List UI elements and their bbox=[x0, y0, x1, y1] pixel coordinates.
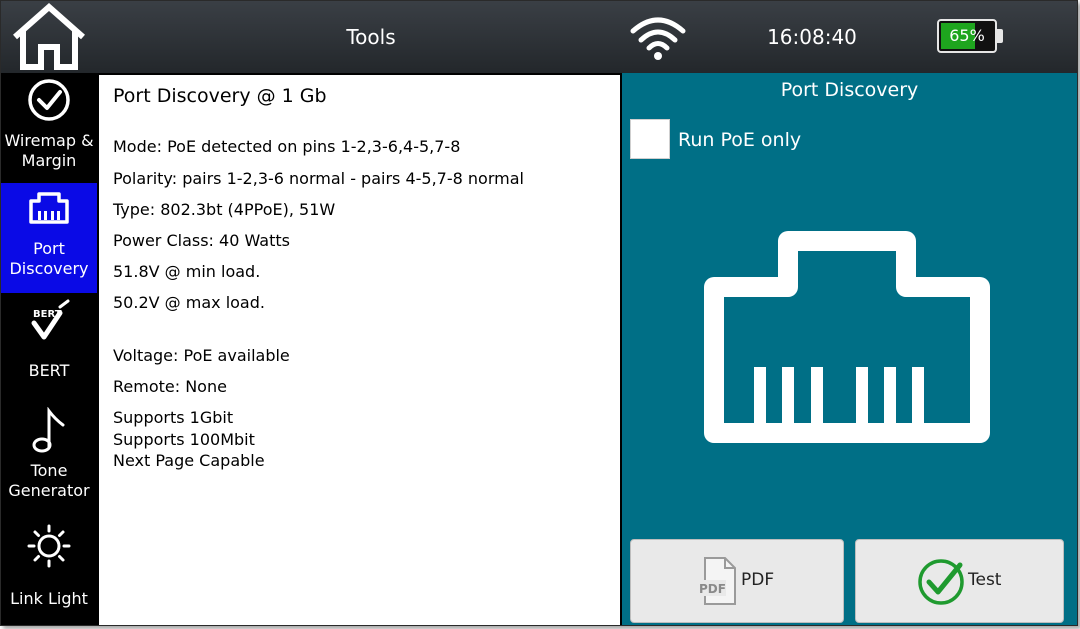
test-button-label: Test bbox=[968, 570, 1002, 590]
sidebar-item-tone-generator[interactable]: Tone Generator bbox=[1, 407, 97, 507]
port-discovery-panel: Port Discovery Run PoE only PDF PDF Test bbox=[622, 73, 1077, 625]
panel-title: Port Discovery bbox=[780, 79, 919, 101]
sidebar-item-label: Wiremap & bbox=[4, 131, 94, 150]
pdf-button[interactable]: PDF PDF bbox=[630, 539, 844, 623]
result-line: Supports 100Mbit bbox=[113, 430, 255, 449]
battery-icon: 65% bbox=[937, 19, 997, 53]
result-line: Remote: None bbox=[113, 377, 227, 396]
sidebar-item-port-discovery[interactable]: Port Discovery bbox=[1, 183, 97, 293]
result-line: Type: 802.3bt (4PPoE), 51W bbox=[113, 200, 336, 219]
results-heading: Port Discovery @ 1 Gb bbox=[113, 85, 327, 107]
battery-percent: 65% bbox=[949, 26, 985, 45]
test-button[interactable]: Test bbox=[855, 539, 1064, 623]
result-line: Mode: PoE detected on pins 1-2,3-6,4-5,7… bbox=[113, 137, 461, 156]
results-panel: Port Discovery @ 1 Gb Mode: PoE detected… bbox=[99, 75, 620, 625]
pdf-button-label: PDF bbox=[741, 570, 775, 590]
page-title: Tools bbox=[346, 25, 396, 49]
sidebar-item-label: BERT bbox=[28, 361, 70, 380]
sidebar-item-label: Generator bbox=[8, 481, 90, 500]
pdf-icon: PDF bbox=[698, 557, 736, 605]
sidebar-item-label: Link Light bbox=[10, 589, 88, 608]
device-screen: Tools 16:08:40 65% Wiremap & Margin Port… bbox=[0, 0, 1078, 626]
battery-terminal bbox=[997, 29, 1003, 43]
sidebar-item-label: Margin bbox=[21, 151, 77, 170]
check-circle-icon bbox=[28, 79, 70, 121]
sidebar: Wiremap & Margin Port Discovery BERT BER… bbox=[1, 73, 97, 625]
result-line: Polarity: pairs 1-2,3-6 normal - pairs 4… bbox=[113, 169, 524, 188]
run-poe-only-label: Run PoE only bbox=[678, 129, 802, 151]
result-line: Supports 1Gbit bbox=[113, 408, 234, 427]
sidebar-item-label: Tone bbox=[30, 461, 68, 480]
top-bar: Tools 16:08:40 65% bbox=[1, 1, 1077, 73]
check-circle-icon bbox=[918, 559, 964, 605]
sidebar-item-label: Discovery bbox=[9, 259, 89, 278]
sidebar-item-bert[interactable]: BERT BERT bbox=[1, 297, 97, 393]
clock: 16:08:40 bbox=[767, 25, 857, 49]
result-line: 51.8V @ min load. bbox=[113, 262, 261, 281]
bert-icon: BERT bbox=[31, 299, 70, 340]
result-line: 50.2V @ max load. bbox=[113, 293, 265, 312]
ethernet-port-icon bbox=[704, 231, 990, 443]
wifi-icon bbox=[630, 17, 686, 60]
result-line: Voltage: PoE available bbox=[113, 346, 290, 365]
result-line: Next Page Capable bbox=[113, 451, 265, 470]
home-icon[interactable] bbox=[11, 3, 87, 71]
sidebar-item-wiremap[interactable]: Wiremap & Margin bbox=[1, 77, 97, 183]
run-poe-only-checkbox[interactable] bbox=[630, 119, 670, 159]
result-line: Power Class: 40 Watts bbox=[113, 231, 290, 250]
pdf-icon-text: PDF bbox=[699, 582, 726, 596]
sun-icon bbox=[27, 524, 71, 568]
sidebar-item-label: Port bbox=[33, 239, 65, 258]
ethernet-port-icon bbox=[29, 192, 69, 224]
sidebar-item-link-light[interactable]: Link Light bbox=[1, 523, 97, 619]
music-note-icon bbox=[32, 407, 65, 453]
